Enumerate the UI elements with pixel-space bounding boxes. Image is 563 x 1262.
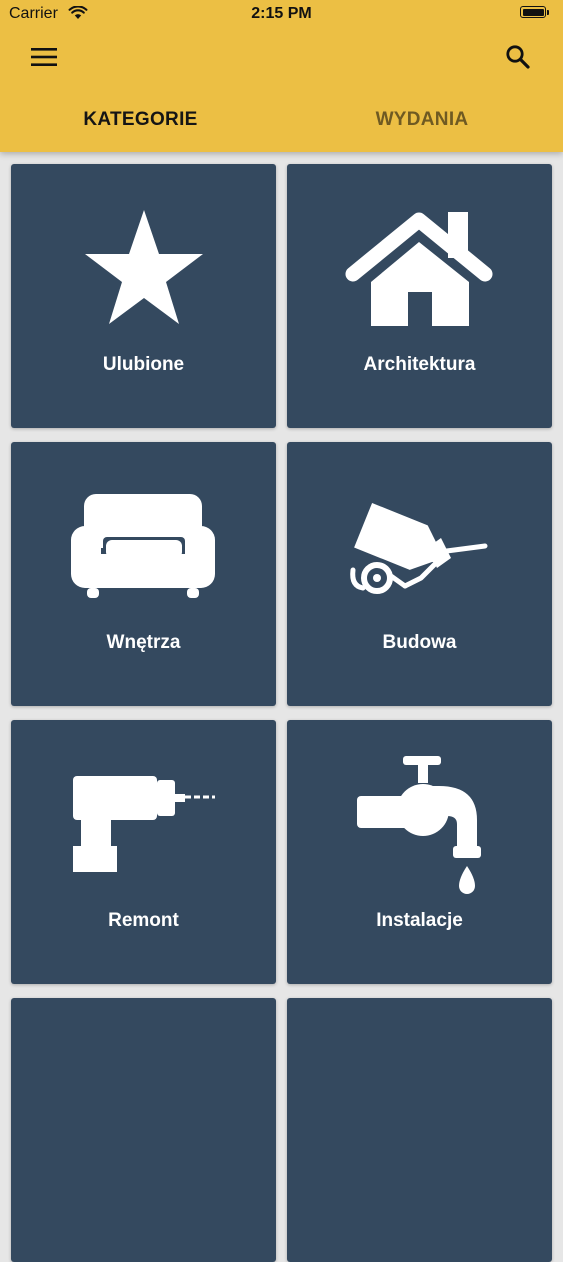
category-label: Wnętrza [106,632,181,653]
concrete-mixer-icon [350,502,488,594]
category-tile-remont[interactable]: Remont [11,720,276,984]
category-label: Instalacje [376,910,463,931]
battery-icon [520,6,550,20]
category-tile-instalacje[interactable]: Instalacje [287,720,552,984]
drill-icon [73,776,215,872]
sofa-icon [71,494,215,598]
app-header: Carrier 2:15 PM KATEGORIE WYDANIA [0,0,563,152]
search-icon [506,45,530,69]
category-grid: Ulubione Architektura Wnętrza Budowa Rem… [0,152,563,1262]
category-label: Ulubione [102,354,185,375]
category-label: Architektura [363,354,476,375]
menu-button[interactable] [26,42,62,72]
tab-wydania[interactable]: WYDANIA [281,92,563,148]
tab-kategorie[interactable]: KATEGORIE [0,92,281,148]
house-icon [345,212,493,326]
category-tile-ulubione[interactable]: Ulubione [11,164,276,428]
category-tile-architektura[interactable]: Architektura [287,164,552,428]
category-label: Remont [108,910,179,931]
hamburger-menu-icon [31,48,57,66]
category-tile[interactable] [287,998,552,1262]
category-label: Budowa [382,632,457,653]
star-icon [85,210,203,324]
category-tile[interactable] [11,998,276,1262]
category-tile-budowa[interactable]: Budowa [287,442,552,706]
search-button[interactable] [500,40,536,74]
faucet-icon [357,756,481,894]
status-bar: Carrier 2:15 PM [0,0,563,30]
category-tile-wnetrza[interactable]: Wnętrza [11,442,276,706]
status-time: 2:15 PM [251,5,312,22]
